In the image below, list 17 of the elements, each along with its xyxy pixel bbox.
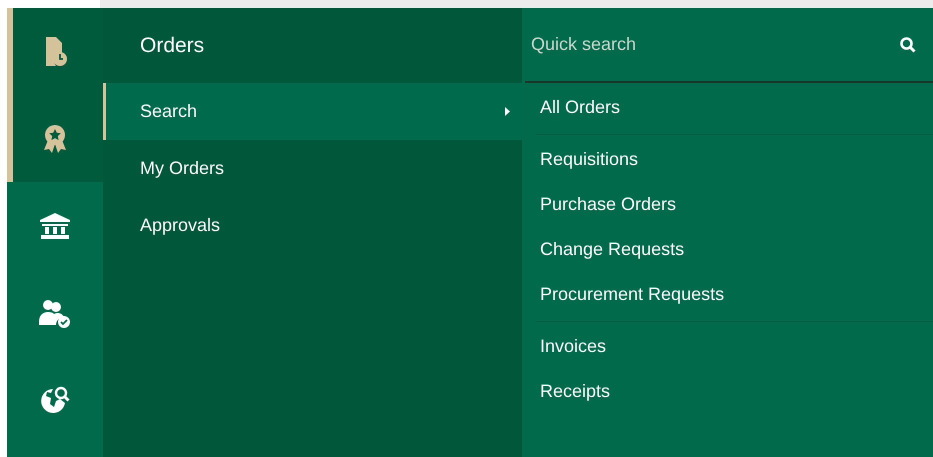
menu-item[interactable]: Approvals (103, 197, 522, 254)
submenu-item[interactable]: Invoices (540, 336, 606, 357)
award-icon[interactable] (43, 124, 67, 154)
menu-item[interactable]: Search (103, 83, 522, 140)
search-icon[interactable] (900, 36, 916, 52)
bank-icon[interactable] (40, 212, 70, 238)
submenu-item[interactable]: All Orders (540, 97, 620, 118)
submenu-item[interactable]: Receipts (540, 381, 610, 402)
submenu-item[interactable]: Change Requests (540, 239, 684, 260)
globe-search-icon[interactable] (39, 384, 71, 414)
quick-search-field[interactable]: Quick search (525, 24, 900, 64)
menu-title: Orders (139, 32, 206, 58)
menu-item[interactable]: My Orders (103, 140, 522, 197)
users-check-icon[interactable] (39, 298, 71, 328)
submenu-item[interactable]: Purchase Orders (540, 194, 676, 215)
submenu-item[interactable]: Requisitions (540, 149, 638, 170)
submenu-item[interactable]: Procurement Requests (540, 284, 724, 305)
